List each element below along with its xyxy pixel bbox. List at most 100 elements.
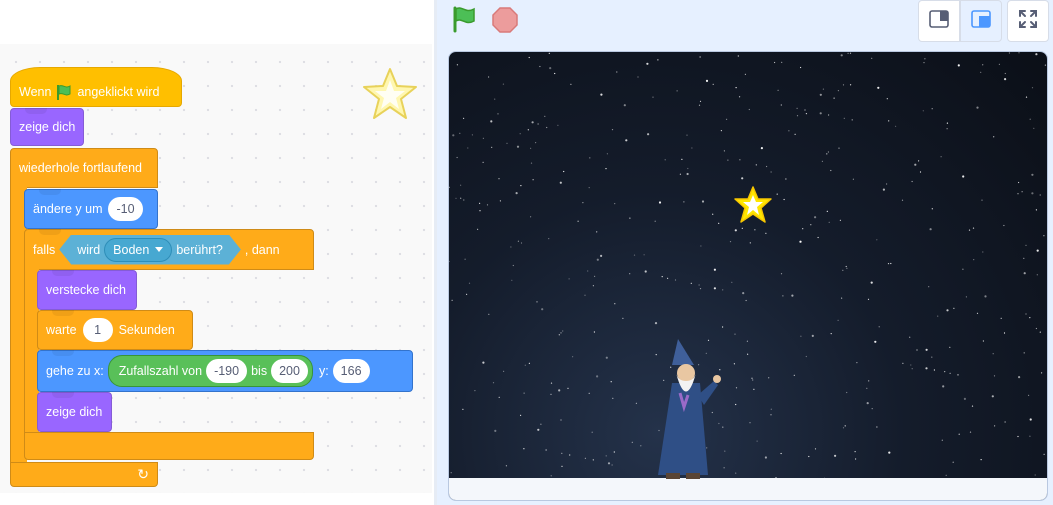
background-star (690, 282, 692, 284)
background-star (515, 192, 518, 195)
background-star (593, 331, 595, 333)
background-star (895, 125, 897, 127)
background-star (605, 356, 608, 359)
show-block[interactable]: zeige dich (10, 108, 84, 146)
background-star (530, 147, 532, 149)
background-star (1031, 87, 1034, 89)
background-star (455, 197, 457, 199)
background-star (482, 161, 484, 163)
background-star (735, 87, 737, 89)
touching-block[interactable]: wird Boden berührt? (59, 235, 241, 265)
green-flag-button[interactable] (449, 6, 479, 36)
stage[interactable] (448, 51, 1048, 501)
green-flag-icon (450, 5, 478, 38)
background-star (535, 142, 537, 144)
background-star (882, 188, 885, 191)
normal-stage-button[interactable] (960, 0, 1002, 42)
background-star (510, 246, 512, 248)
background-star (548, 238, 550, 240)
background-star (698, 284, 700, 286)
when-flag-clicked-block[interactable]: Wenn angeklickt wird (10, 67, 182, 107)
block-text: zeige dich (19, 120, 76, 134)
background-star (739, 96, 741, 98)
background-star (460, 184, 462, 186)
touching-target-dropdown[interactable]: Boden (104, 238, 172, 262)
random-from-input[interactable]: -190 (206, 359, 248, 383)
background-star (1028, 394, 1030, 396)
block-text: Sekunden (118, 323, 175, 337)
background-star (686, 134, 688, 136)
background-star (933, 369, 935, 371)
background-star (868, 380, 870, 382)
script-area[interactable]: Wenn angeklickt wird zeige dich wiederho… (0, 44, 432, 493)
change-y-input[interactable]: -10 (108, 197, 143, 221)
star-sprite[interactable] (733, 185, 773, 225)
background-star (888, 451, 891, 454)
background-star (850, 84, 852, 86)
stop-button[interactable] (491, 6, 519, 36)
show-block[interactable]: zeige dich (37, 392, 112, 432)
goto-xy-block[interactable]: gehe zu x: Zufallszahl von -190 bis 200 … (37, 350, 413, 392)
goto-y-input[interactable]: 166 (332, 359, 370, 383)
forever-block[interactable]: wiederhole fortlaufend (10, 148, 158, 188)
background-star (1031, 192, 1034, 195)
background-star (984, 295, 987, 298)
background-star (644, 270, 647, 273)
background-star (886, 98, 888, 100)
background-star (713, 287, 716, 290)
wait-seconds-input[interactable]: 1 (82, 318, 113, 342)
background-star (558, 389, 561, 392)
background-star (683, 201, 685, 203)
background-star (572, 356, 574, 358)
background-star (527, 129, 529, 131)
fullscreen-button[interactable] (1007, 0, 1049, 42)
background-star (1034, 474, 1036, 476)
if-block[interactable]: falls wird Boden berührt? , dann (24, 229, 314, 270)
background-star (760, 147, 763, 150)
background-star (745, 299, 747, 302)
background-star (929, 228, 932, 231)
background-star (467, 147, 469, 149)
background-star (1018, 376, 1021, 379)
background-star (845, 265, 847, 268)
background-star (482, 361, 485, 364)
background-star (687, 167, 689, 170)
background-star (752, 379, 754, 381)
hide-block[interactable]: verstecke dich (37, 270, 137, 310)
background-star (946, 122, 948, 124)
background-star (494, 98, 496, 100)
background-star (563, 170, 565, 173)
random-to-input[interactable]: 200 (271, 359, 308, 383)
background-star (536, 301, 538, 303)
background-star (654, 220, 656, 222)
background-star (944, 371, 946, 373)
change-y-block[interactable]: ändere y um -10 (24, 189, 158, 229)
background-star (788, 130, 790, 132)
background-star (451, 299, 453, 301)
background-star (878, 326, 880, 328)
background-star (456, 156, 458, 159)
background-star (596, 375, 599, 378)
background-star (506, 142, 508, 144)
block-text: Wenn (19, 85, 52, 99)
background-star (462, 408, 464, 410)
block-text: verstecke dich (46, 283, 126, 297)
background-star (520, 242, 523, 244)
background-star (946, 309, 949, 312)
background-star (822, 88, 824, 90)
background-star (949, 346, 951, 348)
background-star (1036, 274, 1038, 276)
background-star (705, 79, 709, 82)
background-star (582, 202, 584, 204)
wizard-sprite[interactable] (654, 335, 734, 485)
background-star (774, 61, 776, 64)
background-star (499, 200, 501, 202)
background-star (546, 126, 548, 129)
background-star (826, 210, 828, 212)
wait-block[interactable]: warte 1 Sekunden (37, 310, 193, 350)
background-star (756, 440, 758, 442)
random-block[interactable]: Zufallszahl von -190 bis 200 (107, 355, 313, 387)
sprite-thumbnail-star[interactable] (360, 66, 420, 124)
small-stage-button[interactable] (918, 0, 960, 42)
background-star (667, 277, 669, 279)
